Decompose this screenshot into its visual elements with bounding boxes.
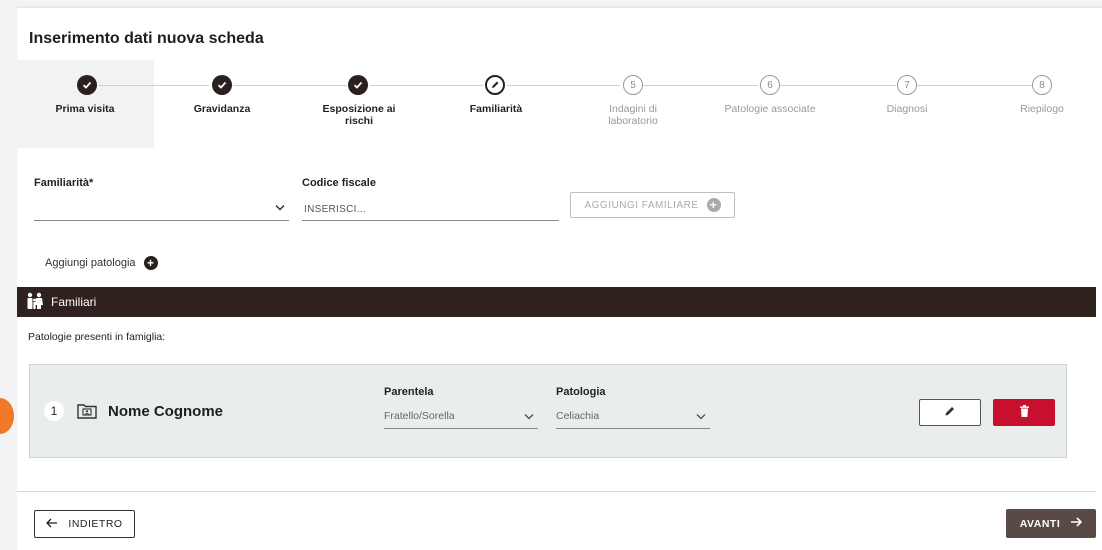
step-number: 7 [897,75,917,95]
patologia-select[interactable]: Celiachia [556,407,710,429]
pencil-icon [944,404,956,422]
family-icon [25,292,45,313]
parentela-select[interactable]: Fratello/Sorella [384,407,538,429]
plus-icon: + [143,256,158,270]
edit-icon [485,75,505,95]
help-bubble[interactable] [0,398,14,434]
step-prima-visita[interactable]: Prima visita [17,60,154,148]
footer-divider [17,491,1096,492]
step-label: Familiarità [469,103,523,115]
next-button[interactable]: AVANTI [1006,509,1096,538]
edit-button[interactable] [919,399,981,426]
family-member-name: Nome Cognome [108,403,224,420]
page-title: Inserimento dati nuova scheda [29,30,264,47]
parentela-label: Parentela [384,386,434,398]
step-label: Esposizione ai rischi [322,103,396,127]
step-label: Indagini di laboratorio [608,103,658,127]
add-pathology-label: Aggiungi patologia [45,257,136,269]
parentela-value: Fratello/Sorella [384,410,455,422]
add-family-button[interactable]: AGGIUNGI FAMILIARE + [570,192,735,218]
step-number: 6 [760,75,780,95]
step-label: Gravidanza [193,103,251,115]
chevron-down-icon [696,412,706,423]
step-number: 8 [1032,75,1052,95]
step-gravidanza[interactable]: Gravidanza [154,60,291,148]
patologia-label: Patologia [556,386,606,398]
step-indagini-laboratorio[interactable]: 5 Indagini di laboratorio [565,60,702,148]
check-icon [348,75,368,95]
step-diagnosi[interactable]: 7 Diagnosi [839,60,976,148]
stepper: Prima visita Gravidanza Esposizione ai r… [17,60,1102,148]
patologia-value: Celiachia [556,410,600,422]
arrow-right-icon [1070,517,1083,530]
codice-fiscale-label: Codice fiscale [302,177,376,189]
check-icon [212,75,232,95]
trash-icon [1019,404,1030,422]
main-card: Inserimento dati nuova scheda Prima visi… [17,6,1102,550]
step-label: Riepilogo [1020,103,1064,115]
plus-icon: + [706,198,721,212]
next-label: AVANTI [1019,517,1061,530]
familiarita-select[interactable] [34,197,289,221]
chevron-down-icon [275,203,285,214]
step-esposizione-rischi[interactable]: Esposizione ai rischi [291,60,428,148]
back-label: INDIETRO [68,518,123,530]
step-riepilogo[interactable]: 8 Riepilogo [965,60,1102,148]
section-title: Familiari [51,295,97,309]
step-label: Patologie associate [724,103,816,115]
step-label: Diagnosi [886,103,928,115]
add-pathology-button[interactable]: Aggiungi patologia + [45,256,158,270]
familiarita-label: Familiarità* [34,177,94,189]
step-familiarita[interactable]: Familiarità [428,60,565,148]
step-patologie-associate[interactable]: 6 Patologie associate [702,60,839,148]
codice-fiscale-input[interactable]: INSERISCI... [302,197,559,221]
check-icon [77,75,97,95]
arrow-left-icon [46,518,58,531]
add-family-label: AGGIUNGI FAMILIARE [584,199,699,211]
delete-button[interactable] [993,399,1055,426]
step-number: 5 [623,75,643,95]
back-button[interactable]: INDIETRO [34,510,135,538]
section-header-familiari: Familiari [17,287,1096,317]
chevron-down-icon [524,412,534,423]
row-index: 1 [44,401,64,421]
family-member-row: 1 Nome Cognome Parentela Fratello/Sorell… [29,364,1067,458]
section-subtitle: Patologie presenti in famiglia: [28,331,166,343]
step-label: Prima visita [55,103,115,115]
contact-card-icon [77,403,97,424]
